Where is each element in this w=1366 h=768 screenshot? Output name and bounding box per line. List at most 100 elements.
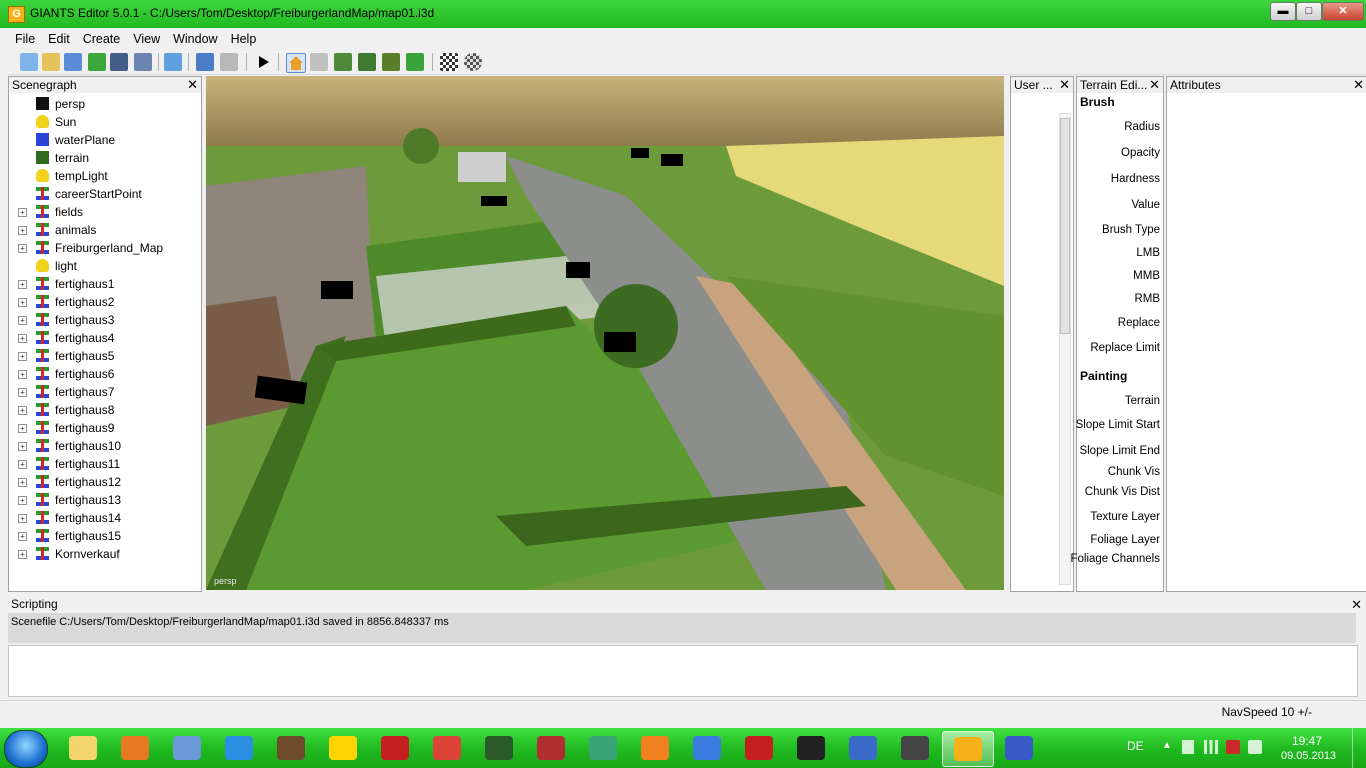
minimize-button[interactable]: ▬ (1270, 2, 1296, 21)
new-icon[interactable] (20, 53, 38, 71)
play-icon[interactable] (254, 53, 272, 71)
tree-item[interactable]: + fertighaus12 (9, 473, 197, 491)
menu-create[interactable]: Create (76, 30, 127, 46)
expand-icon[interactable]: + (18, 280, 27, 289)
expand-icon[interactable]: + (18, 532, 27, 541)
tree-item[interactable]: + fertighaus5 (9, 347, 197, 365)
tree-item[interactable]: terrain (9, 149, 197, 167)
taskbar-app[interactable] (838, 731, 888, 765)
script-input[interactable] (8, 645, 1358, 697)
import-icon[interactable] (164, 53, 182, 71)
title-bar[interactable]: G GIANTS Editor 5.0.1 - C:/Users/Tom/Des… (0, 0, 1366, 28)
tree-item[interactable]: + fertighaus4 (9, 329, 197, 347)
tree-item[interactable]: + fertighaus14 (9, 509, 197, 527)
menu-edit[interactable]: Edit (41, 30, 76, 46)
tree-item[interactable]: + animals (9, 221, 197, 239)
refresh-icon[interactable] (88, 53, 106, 71)
taskbar-app[interactable] (474, 731, 524, 765)
taskbar-app[interactable] (890, 731, 940, 765)
expand-icon[interactable]: + (18, 370, 27, 379)
terrain-editor-close-icon[interactable]: ✕ (1149, 77, 1160, 92)
menu-view[interactable]: View (126, 30, 166, 46)
tree-item[interactable]: + Freiburgerland_Map (9, 239, 197, 257)
taskbar-app[interactable] (214, 731, 264, 765)
expand-icon[interactable]: + (18, 334, 27, 343)
taskbar-app[interactable] (734, 731, 784, 765)
tree-item[interactable]: + fertighaus1 (9, 275, 197, 293)
scripting-close-icon[interactable]: ✕ (1351, 597, 1362, 613)
taskbar-app[interactable] (630, 731, 680, 765)
attributes-close-icon[interactable]: ✕ (1353, 77, 1364, 92)
taskbar-app[interactable] (942, 731, 994, 767)
scrollbar-thumb[interactable] (1060, 118, 1070, 334)
tree-item[interactable]: + Kornverkauf (9, 545, 197, 563)
expand-icon[interactable]: + (18, 424, 27, 433)
taskbar-app[interactable] (110, 731, 160, 765)
expand-icon[interactable]: + (18, 406, 27, 415)
tree-item[interactable]: + fertighaus15 (9, 527, 197, 545)
save-icon[interactable] (110, 53, 128, 71)
tree-item[interactable]: careerStartPoint (9, 185, 197, 203)
undo-icon[interactable] (196, 53, 214, 71)
viewport-3d[interactable]: persp (206, 76, 1004, 590)
scenegraph-close-icon[interactable]: ✕ (187, 77, 198, 92)
expand-icon[interactable]: + (18, 442, 27, 451)
expand-icon[interactable]: + (18, 316, 27, 325)
taskbar-app[interactable] (994, 731, 1044, 765)
expand-icon[interactable]: + (18, 550, 27, 559)
expand-icon[interactable]: + (18, 352, 27, 361)
open-icon[interactable] (42, 53, 60, 71)
redo-icon[interactable] (220, 53, 238, 71)
terrain-paint-icon[interactable] (382, 53, 400, 71)
magnet-icon[interactable] (310, 53, 328, 71)
volume-icon[interactable] (1248, 740, 1262, 754)
tree-item[interactable]: + fertighaus2 (9, 293, 197, 311)
taskbar-app[interactable] (58, 731, 108, 765)
tree-item[interactable]: + fields (9, 203, 197, 221)
tree-item[interactable]: persp (9, 95, 197, 113)
expand-icon[interactable]: + (18, 496, 27, 505)
maximize-button[interactable]: □ (1296, 2, 1322, 21)
expand-icon[interactable]: + (18, 388, 27, 397)
expand-icon[interactable]: + (18, 460, 27, 469)
taskbar-app[interactable] (786, 731, 836, 765)
tree-item[interactable]: + fertighaus7 (9, 383, 197, 401)
expand-icon[interactable]: + (18, 478, 27, 487)
expand-icon[interactable]: + (18, 298, 27, 307)
checker-alt-icon[interactable] (464, 53, 482, 71)
tree-item[interactable]: + fertighaus9 (9, 419, 197, 437)
foliage-icon[interactable] (406, 53, 424, 71)
menu-file[interactable]: File (8, 30, 41, 46)
network-icon[interactable] (1204, 740, 1218, 754)
clock-time[interactable]: 19:47 (1292, 734, 1322, 748)
taskbar-app[interactable] (682, 731, 732, 765)
taskbar-app[interactable] (318, 731, 368, 765)
taskbar-app[interactable] (162, 731, 212, 765)
action-center-icon[interactable] (1226, 740, 1240, 754)
taskbar-app[interactable] (526, 731, 576, 765)
taskbar-app[interactable] (266, 731, 316, 765)
taskbar-app[interactable] (578, 731, 628, 765)
user-panel-close-icon[interactable]: ✕ (1059, 77, 1070, 92)
scene-render[interactable] (206, 76, 1004, 590)
tree-item[interactable]: + fertighaus3 (9, 311, 197, 329)
checker-icon[interactable] (440, 53, 458, 71)
expand-icon[interactable]: + (18, 208, 27, 217)
menu-help[interactable]: Help (224, 30, 263, 46)
home-icon[interactable] (286, 53, 306, 73)
menu-window[interactable]: Window (166, 30, 223, 46)
tree-item[interactable]: + fertighaus6 (9, 365, 197, 383)
usb-icon[interactable] (1182, 740, 1194, 754)
show-desktop-button[interactable] (1352, 728, 1366, 768)
start-button[interactable] (4, 730, 48, 768)
tree-item[interactable]: + fertighaus8 (9, 401, 197, 419)
save-as-icon[interactable] (134, 53, 152, 71)
terrain-lower-icon[interactable] (358, 53, 376, 71)
expand-icon[interactable]: + (18, 514, 27, 523)
close-button[interactable]: ✕ (1322, 2, 1364, 21)
taskbar-app[interactable] (422, 731, 472, 765)
tree-item[interactable]: + fertighaus11 (9, 455, 197, 473)
tree-item[interactable]: light (9, 257, 197, 275)
taskbar-app[interactable] (370, 731, 420, 765)
tree-item[interactable]: Sun (9, 113, 197, 131)
